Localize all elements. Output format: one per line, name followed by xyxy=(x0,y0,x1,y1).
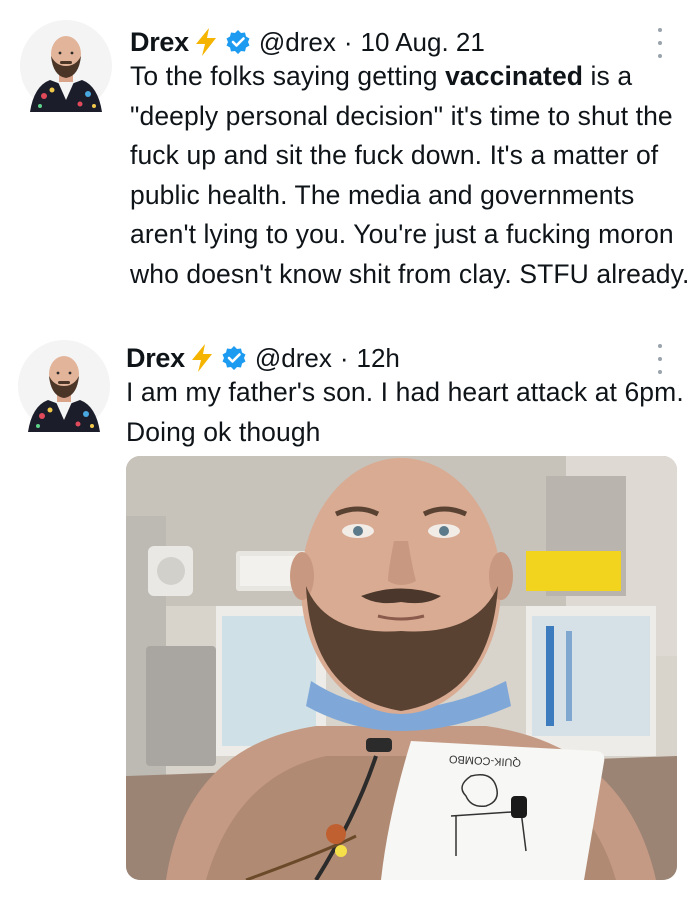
separator-dot: · xyxy=(343,26,353,57)
handle[interactable]: @drex xyxy=(259,27,336,58)
display-name[interactable]: Drex xyxy=(130,27,189,58)
display-name[interactable]: Drex xyxy=(126,343,185,374)
tweet-header: Drex @drex · 12h xyxy=(126,338,400,378)
lightning-bolt-icon xyxy=(193,27,219,57)
tweet-text-bold: vaccinated xyxy=(445,61,584,91)
tweet-text: To the folks saying getting vaccinated i… xyxy=(130,57,690,294)
avatar-image xyxy=(18,340,110,432)
tweet-1[interactable]: Drex @drex · 10 Aug. 21 To the folks say… xyxy=(0,0,700,320)
tweet-header: Drex @drex · 10 Aug. 21 xyxy=(130,22,485,62)
avatar[interactable] xyxy=(18,340,110,432)
tweet-text-part: To the folks saying getting xyxy=(130,61,446,91)
tweet-text: I am my father's son. I had heart attack… xyxy=(126,377,684,447)
separator-dot: · xyxy=(339,342,349,373)
avatar[interactable] xyxy=(20,20,112,112)
verified-badge-icon xyxy=(225,29,251,55)
more-options-icon[interactable] xyxy=(654,344,666,374)
avatar-image xyxy=(20,20,112,112)
timestamp[interactable]: 10 Aug. 21 xyxy=(361,27,485,58)
tweet-photo[interactable]: QUIK-COMBO xyxy=(126,456,677,880)
photo-icon: QUIK-COMBO xyxy=(126,456,677,880)
more-options-icon[interactable] xyxy=(654,28,666,58)
lightning-bolt-icon xyxy=(189,343,215,373)
timestamp[interactable]: 12h xyxy=(357,343,400,374)
tweet-text-part: is a "deeply personal decision" it's tim… xyxy=(130,61,690,289)
handle[interactable]: @drex xyxy=(255,343,332,374)
verified-badge-icon xyxy=(221,345,247,371)
